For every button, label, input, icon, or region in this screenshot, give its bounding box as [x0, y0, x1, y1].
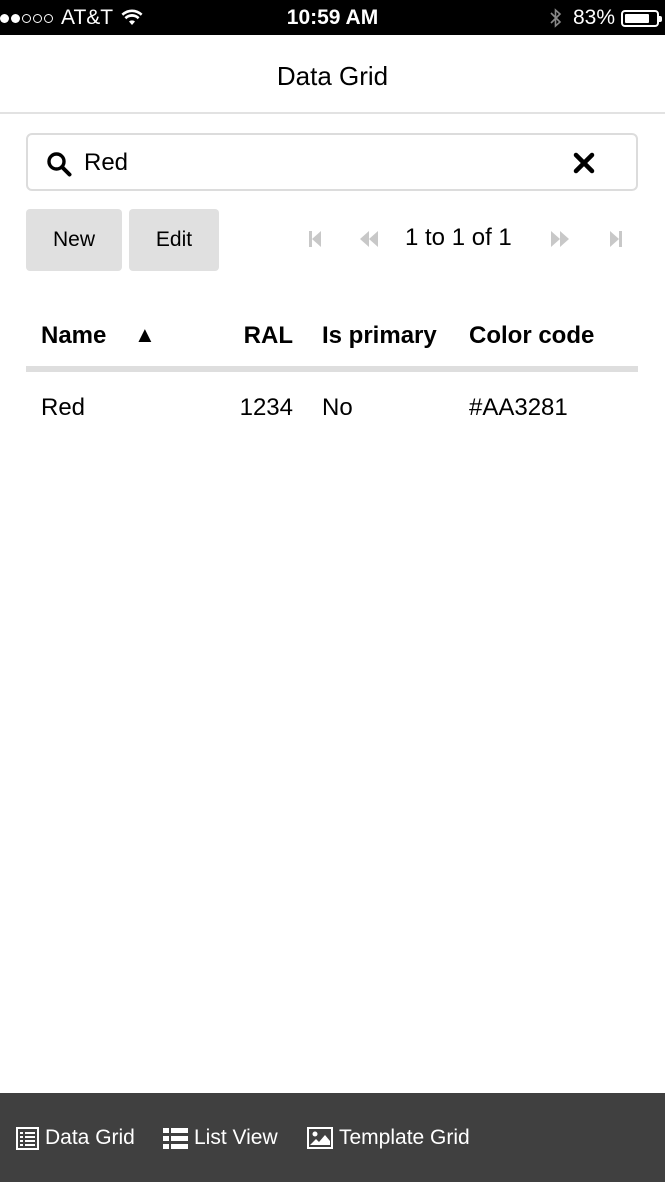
tab-label: Data Grid [45, 1126, 135, 1149]
page-title: Data Grid [276, 61, 389, 91]
tab-label: Template Grid [339, 1126, 470, 1149]
bluetooth-icon [550, 8, 562, 28]
tab-list-view[interactable]: List View [163, 1126, 278, 1150]
cell-color-code: #AA3281 [469, 394, 568, 421]
tab-label: List View [194, 1126, 278, 1149]
search-input[interactable] [82, 143, 566, 183]
column-header-ral[interactable]: RAL [244, 322, 293, 350]
pager-status: 1 to 1 of 1 [405, 224, 512, 251]
table-icon [16, 1126, 39, 1150]
status-bar-right: 83% [549, 6, 662, 30]
search-box [26, 133, 638, 191]
table-header: Name ▲ RAL Is primary Color code [26, 300, 638, 372]
cell-name: Red [41, 394, 86, 421]
tab-template-grid[interactable]: Template Grid [307, 1126, 470, 1150]
image-icon [307, 1127, 333, 1149]
pager: 1 to 1 of 1 [300, 222, 640, 256]
status-bar: AT&T 10:59 AM 83% [0, 0, 665, 35]
navigation-header: Data Grid [0, 35, 665, 114]
new-button[interactable]: New [26, 209, 122, 271]
edit-button[interactable]: Edit [129, 209, 219, 271]
cell-is-primary: No [322, 394, 353, 421]
next-page-icon[interactable] [547, 227, 573, 251]
tab-data-grid[interactable]: Data Grid [16, 1126, 135, 1150]
column-header-name[interactable]: Name [41, 322, 106, 350]
previous-page-icon[interactable] [356, 227, 382, 251]
column-header-is-primary[interactable]: Is primary [322, 322, 437, 350]
sort-ascending-icon[interactable]: ▲ [134, 322, 156, 348]
clear-search-icon[interactable] [572, 151, 596, 175]
column-header-color-code[interactable]: Color code [469, 322, 594, 350]
battery-icon [621, 9, 662, 27]
battery-percent: 83% [572, 6, 615, 29]
search-icon [47, 152, 72, 177]
data-grid: Name ▲ RAL Is primary Color code Red 123… [26, 300, 638, 442]
first-page-icon[interactable] [302, 227, 328, 251]
bottom-navigation: Data Grid List View Template Grid [0, 1093, 665, 1182]
table-row[interactable]: Red 1234 No #AA3281 [26, 372, 638, 442]
cell-ral: 1234 [239, 394, 293, 421]
list-icon [163, 1127, 188, 1149]
last-page-icon[interactable] [603, 227, 629, 251]
